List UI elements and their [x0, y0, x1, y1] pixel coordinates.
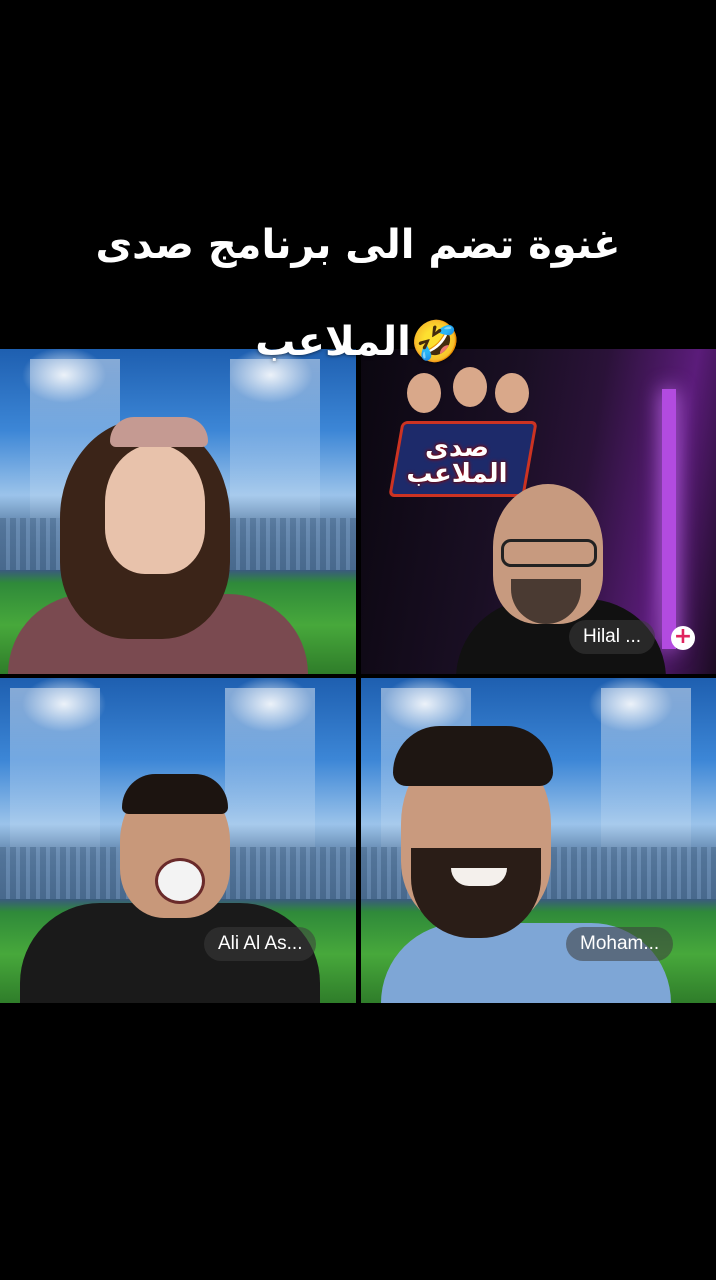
participant-hair [393, 726, 553, 786]
open-mouth [155, 858, 205, 904]
rofl-emoji: 🤣 [410, 319, 461, 365]
caption-line-2-text: الملاعب [255, 319, 411, 365]
video-tile-ali[interactable]: Ali Al As... [0, 678, 356, 1003]
participant-face [105, 444, 205, 574]
video-grid: صدى الملاعب Hilal ... + Ali Al As... Moh… [0, 349, 716, 1003]
glasses [501, 539, 597, 567]
show-logo: صدى الملاعب [377, 365, 538, 497]
caption-line-1: غنوة تضم الى برنامج صدى [95, 222, 621, 268]
add-icon[interactable]: + [671, 626, 695, 650]
video-tile-mohammed[interactable]: Moham... [361, 678, 716, 1003]
logo-face [495, 373, 529, 413]
logo-face [453, 367, 487, 407]
headband [110, 417, 208, 447]
logo-face [407, 373, 441, 413]
participant-hair [122, 774, 228, 814]
logo-title: صدى الملاعب [406, 433, 508, 489]
participant-name-label: Hilal ... [569, 620, 656, 654]
participant-name-label: Moham... [566, 927, 674, 961]
video-tile-hilal[interactable]: صدى الملاعب Hilal ... + [361, 349, 716, 674]
caption-line-2: 🤣الملاعب [0, 318, 716, 365]
neon-light [662, 389, 676, 649]
video-tile-host[interactable] [0, 349, 356, 674]
participant-name-label: Ali Al As... [204, 927, 317, 961]
